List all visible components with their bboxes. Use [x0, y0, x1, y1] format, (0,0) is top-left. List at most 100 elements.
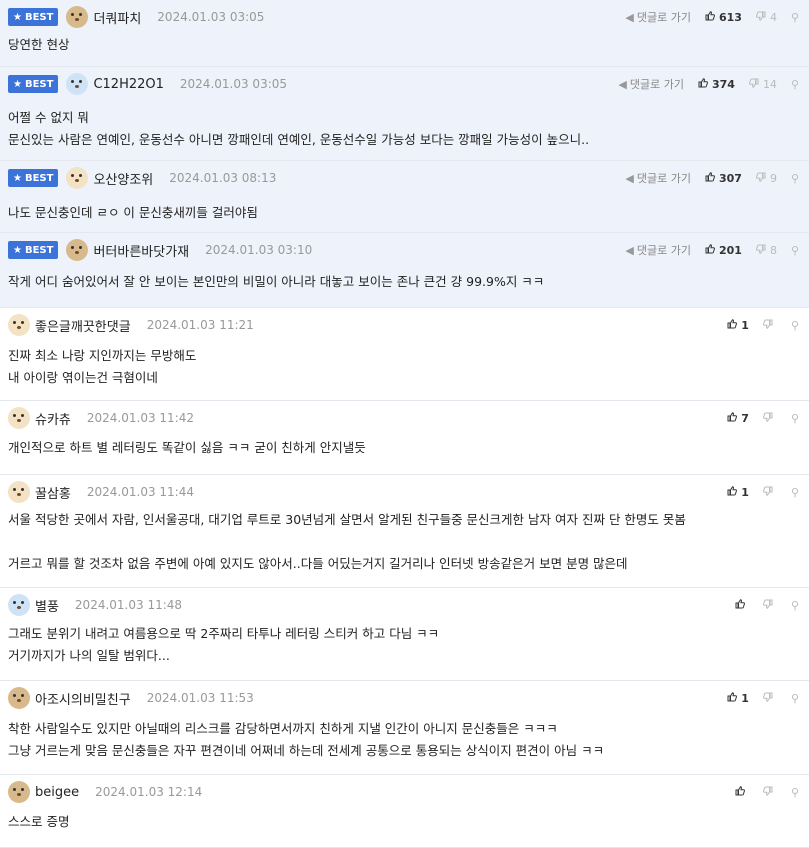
comment-body: 어쩔 수 없지 뭐 문신있는 사람은 연예인, 운동선수 아니면 깡패인데 연예인… [8, 107, 799, 151]
comment-header: ★ BEST 더쿼파치 2024.01.03 03:05 [0, 0, 264, 34]
nickname[interactable]: C12H22O1 [93, 77, 163, 92]
comment-actions: 1 ⚲ [727, 308, 799, 342]
comment-header: 좋은글깨끗한댓글 2024.01.03 11:21 [0, 308, 254, 342]
thumbs-down-icon [762, 786, 777, 799]
nickname[interactable]: 더쿼파치 [93, 8, 141, 27]
go-to-reply-link[interactable]: ◀ 댓글로 가기 [618, 76, 684, 92]
thumbs-down-icon [755, 244, 770, 257]
avatar[interactable] [8, 314, 30, 336]
comment-actions: ◀ 댓글로 가기 201 8 ⚲ [625, 233, 799, 267]
avatar[interactable] [66, 167, 89, 189]
nickname[interactable]: 오산양조위 [93, 169, 153, 188]
upvote-count: 1 [741, 691, 749, 705]
upvote-button[interactable]: 1 [727, 319, 749, 332]
nickname[interactable]: beigee [35, 785, 79, 800]
link-icon[interactable]: ⚲ [791, 412, 799, 425]
downvote-button[interactable] [762, 319, 777, 332]
go-to-reply-link[interactable]: ◀ 댓글로 가기 [625, 9, 691, 25]
thumbs-up-icon [705, 171, 719, 185]
thumbs-up-icon [735, 785, 749, 799]
comment-body: 당연한 현상 [8, 34, 799, 56]
avatar[interactable] [66, 239, 89, 261]
link-icon[interactable]: ⚲ [791, 319, 799, 332]
comment-body: 착한 사람일수도 있지만 아닐때의 리스크를 감당하면서까지 친하게 지낼 인간… [8, 718, 799, 762]
best-comment: ★ BEST 더쿼파치 2024.01.03 03:05 ◀ 댓글로 가기 613 4 ⚲ 당연한… [0, 0, 809, 67]
send-icon: ◀ [618, 78, 627, 91]
link-icon[interactable]: ⚲ [791, 11, 799, 24]
downvote-button[interactable] [762, 412, 777, 425]
comment-text-line: 착한 사람일수도 있지만 아닐때의 리스크를 감당하면서까지 친하게 지낼 인간… [8, 721, 558, 736]
downvote-button[interactable]: 14 [748, 78, 777, 91]
link-icon[interactable]: ⚲ [791, 486, 799, 499]
timestamp: 2024.01.03 11:21 [146, 318, 254, 332]
comment-text-line: 당연한 현상 [8, 37, 70, 52]
comment-text-line: 스스로 증명 [8, 814, 70, 829]
comment-body: 나도 문신충인데 ㄹㅇ 이 문신충새끼들 걸러야됨 [8, 202, 799, 224]
comment-text-line: 나도 문신충인데 ㄹㅇ 이 문신충새끼들 걸러야됨 [8, 205, 258, 220]
nickname[interactable]: 버터바른바닷가재 [93, 241, 189, 260]
link-icon[interactable]: ⚲ [791, 78, 799, 91]
upvote-button[interactable] [735, 785, 749, 799]
avatar[interactable] [8, 687, 30, 709]
downvote-button[interactable]: 9 [755, 171, 777, 185]
downvote-count: 9 [769, 171, 777, 185]
avatar[interactable] [8, 594, 30, 616]
best-comment: ★ BEST C12H22O1 2024.01.03 03:05 ◀ 댓글로 가기 374 1… [0, 67, 809, 161]
go-to-reply-link[interactable]: ◀ 댓글로 가기 [625, 170, 691, 186]
upvote-button[interactable] [735, 598, 749, 612]
downvote-button[interactable]: 4 [755, 11, 777, 24]
thumbs-down-icon [762, 599, 777, 612]
upvote-button[interactable]: 7 [727, 412, 749, 425]
upvote-count: 7 [741, 411, 749, 425]
comment-header: ★ BEST 버터바른바닷가재 2024.01.03 03:10 [0, 233, 312, 267]
comment: 꿀삼홍 2024.01.03 11:44 1 ⚲ 서울 적당한 곳에서 자람, 인서울공… [0, 475, 809, 588]
nickname[interactable]: 좋은글깨끗한댓글 [35, 316, 131, 335]
avatar[interactable] [8, 481, 30, 503]
link-icon[interactable]: ⚲ [791, 244, 799, 257]
comment-actions: 1 ⚲ [727, 681, 799, 715]
thumbs-down-icon [762, 412, 777, 425]
link-icon[interactable]: ⚲ [791, 172, 799, 185]
comment-body: 그래도 분위기 내려고 여름용으로 딱 2주짜리 타투나 레터링 스티커 하고 … [8, 623, 799, 667]
downvote-button[interactable] [762, 786, 777, 799]
comment-text-line [8, 531, 799, 553]
timestamp: 2024.01.03 11:53 [146, 691, 254, 705]
nickname[interactable]: 슈카츄 [35, 409, 71, 428]
comment-text-line: 서울 적당한 곳에서 자람, 인서울공대, 대기업 루트로 30년넘게 살면서 … [8, 512, 686, 527]
downvote-button[interactable] [762, 692, 777, 705]
avatar[interactable] [66, 73, 89, 95]
comment-text-line: 거르고 뭐를 할 것조차 없음 주변에 아예 있지도 않아서..다들 어딨는거지… [8, 556, 628, 571]
avatar[interactable] [8, 781, 30, 803]
comment-header: ★ BEST C12H22O1 2024.01.03 03:05 [0, 67, 287, 101]
best-badge: ★ BEST [8, 8, 59, 26]
comment-header: 별풍 2024.01.03 11:48 [0, 588, 182, 622]
comment-body: 개인적으로 하트 별 레터링도 똑같이 싫음 ㅋㅋ 굳이 친하게 안지낼듯 [8, 437, 799, 459]
downvote-button[interactable] [762, 599, 777, 612]
comment-text-line: 그냥 거르는게 맞음 문신충들은 자꾸 편견이네 어쩌네 하는데 전세계 공통으… [8, 743, 605, 758]
nickname[interactable]: 꿀삼홍 [35, 483, 71, 502]
upvote-button[interactable]: 307 [705, 172, 742, 185]
thumbs-up-icon [727, 411, 741, 425]
downvote-button[interactable] [762, 486, 777, 499]
avatar[interactable] [8, 407, 30, 429]
link-icon[interactable]: ⚲ [791, 786, 799, 799]
nickname[interactable]: 별풍 [35, 596, 59, 615]
go-to-reply-link[interactable]: ◀ 댓글로 가기 [625, 242, 691, 258]
link-icon[interactable]: ⚲ [791, 599, 799, 612]
upvote-button[interactable]: 201 [705, 244, 742, 257]
nickname[interactable]: 아조시의비밀친구 [35, 689, 131, 708]
avatar[interactable] [66, 6, 89, 28]
comment-actions: ⚲ [735, 588, 799, 622]
upvote-button[interactable]: 1 [727, 692, 749, 705]
upvote-button[interactable]: 1 [727, 486, 749, 499]
comment-header: beigee 2024.01.03 12:14 [0, 775, 202, 809]
comment-actions: 7 ⚲ [727, 401, 799, 435]
downvote-button[interactable]: 8 [755, 244, 777, 257]
timestamp: 2024.01.03 03:05 [179, 77, 288, 91]
best-badge: ★ BEST [8, 169, 59, 187]
comment-text-line: 진짜 최소 나랑 지인까지는 무방해도 [8, 348, 197, 363]
link-icon[interactable]: ⚲ [791, 692, 799, 705]
thumbs-down-icon [762, 692, 777, 705]
upvote-button[interactable]: 374 [698, 78, 735, 91]
upvote-button[interactable]: 613 [705, 11, 742, 24]
